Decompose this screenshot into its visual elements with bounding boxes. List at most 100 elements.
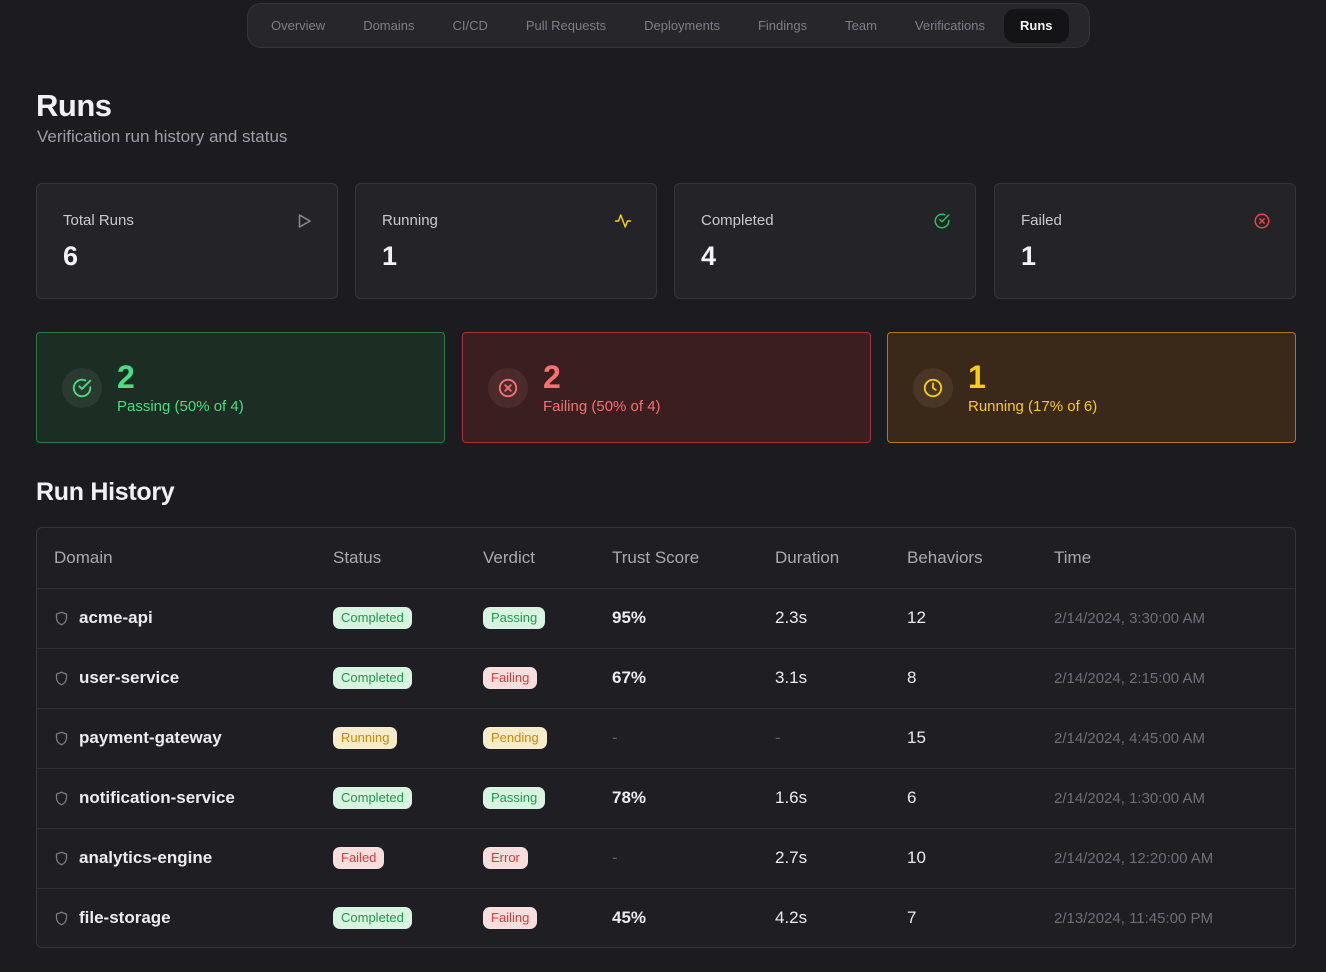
play-icon: [298, 214, 311, 228]
x-circle-icon: [498, 378, 518, 398]
failing-count: 2: [543, 359, 561, 395]
stat-card-failed: Failed 1: [994, 183, 1296, 299]
time-cell: 2/14/2024, 2:15:00 AM: [1037, 648, 1295, 709]
column-header-time[interactable]: Time: [1037, 528, 1295, 589]
duration-cell: 1.6s: [758, 768, 890, 829]
passing-icon-badge: [62, 368, 102, 408]
duration-cell: -: [758, 708, 890, 769]
verdict-cell: Passing: [466, 588, 595, 649]
run-history-table: Domain Status Verdict Trust Score Durati…: [36, 527, 1296, 948]
domain-name[interactable]: file-storage: [79, 908, 171, 928]
domain-name[interactable]: notification-service: [79, 788, 235, 808]
verdict-badge: Failing: [483, 667, 538, 689]
stat-value: 6: [63, 241, 79, 271]
behaviors-cell: 15: [890, 708, 1037, 769]
domain-cell: payment-gateway: [37, 708, 316, 769]
time-cell: 2/14/2024, 3:30:00 AM: [1037, 588, 1295, 649]
tab-overview[interactable]: Overview: [252, 9, 344, 43]
status-badge: Completed: [333, 787, 412, 809]
x-circle-icon: [1254, 213, 1270, 229]
status-cell: Completed: [316, 648, 466, 709]
tab-deployments[interactable]: Deployments: [625, 9, 739, 43]
check-circle-icon: [934, 213, 950, 229]
status-badge: Completed: [333, 607, 412, 629]
running-icon-badge: [913, 368, 953, 408]
trust-score-cell: 78%: [595, 768, 758, 829]
table-row[interactable]: user-service Completed Failing 67% 3.1s 8 2/14…: [37, 648, 1295, 709]
domain-name[interactable]: payment-gateway: [79, 728, 222, 748]
column-header-status[interactable]: Status: [316, 528, 466, 589]
status-badge: Running: [333, 727, 398, 749]
table-row[interactable]: payment-gateway Running Pending - -15 2/14/20…: [37, 708, 1295, 769]
trust-score-cell: 95%: [595, 588, 758, 649]
tab-team[interactable]: Team: [826, 9, 896, 43]
clock-icon: [923, 378, 943, 398]
domain-cell: acme-api: [37, 588, 316, 649]
verdict-cell: Passing: [466, 768, 595, 829]
domain-cell: analytics-engine: [37, 828, 316, 889]
shield-icon: [55, 731, 68, 745]
column-header-duration[interactable]: Duration: [758, 528, 890, 589]
run-history-title: Run History: [36, 478, 175, 506]
column-header-domain[interactable]: Domain: [37, 528, 316, 589]
duration-cell: 2.7s: [758, 828, 890, 889]
table-header-row: Domain Status Verdict Trust Score Durati…: [37, 528, 1295, 589]
verdict-cell: Pending: [466, 708, 595, 769]
stat-card-running: Running 1: [355, 183, 657, 299]
trust-score-cell: 45%: [612, 908, 647, 928]
table-row[interactable]: notification-service Completed Passing 78% 1…: [37, 768, 1295, 829]
tab-findings[interactable]: Findings: [739, 9, 826, 43]
tab-runs[interactable]: Runs: [1004, 8, 1069, 43]
activity-icon: [614, 214, 632, 228]
stat-card-total-runs: Total Runs 6: [36, 183, 338, 299]
table-row[interactable]: acme-api Completed Passing 95% 2.3s 12 2/14/20…: [37, 588, 1295, 649]
running-summary-card: 1 Running (17% of 6): [887, 332, 1296, 443]
passing-caption: Passing (50% of 4): [117, 398, 244, 415]
column-header-verdict[interactable]: Verdict: [466, 528, 595, 589]
failing-icon-badge: [488, 368, 528, 408]
trust-score-cell: -: [595, 828, 758, 889]
status-cell: Completed: [316, 588, 466, 649]
status-badge: Completed: [333, 667, 412, 689]
shield-icon: [55, 791, 68, 805]
time-cell: 2/13/2024, 11:45:00 PM: [1054, 909, 1214, 927]
column-header-behaviors[interactable]: Behaviors: [890, 528, 1037, 589]
failing-caption: Failing (50% of 4): [543, 398, 661, 415]
trust-score-cell: 67%: [595, 648, 758, 709]
stat-value: 4: [701, 241, 717, 271]
domain-name[interactable]: analytics-engine: [79, 848, 212, 868]
time-cell: 2/14/2024, 1:30:00 AM: [1037, 768, 1295, 829]
stat-label: Completed: [701, 212, 774, 229]
verdict-cell: Error: [466, 828, 595, 889]
passing-count: 2: [117, 359, 135, 395]
verdict-cell: Failing: [466, 888, 595, 947]
running-count: 1: [968, 359, 986, 395]
page-subtitle: Verification run history and status: [37, 127, 288, 146]
behaviors-cell: 8: [890, 648, 1037, 709]
verdict-badge: Pending: [483, 727, 547, 749]
status-cell: Completed: [316, 888, 466, 947]
domain-name[interactable]: user-service: [79, 668, 179, 688]
tab-domains[interactable]: Domains: [344, 9, 433, 43]
stat-value: 1: [1021, 241, 1037, 271]
tab-pull-requests[interactable]: Pull Requests: [507, 9, 625, 43]
page-title: Runs: [36, 88, 112, 123]
status-badge: Completed: [333, 907, 412, 930]
column-header-trust-score[interactable]: Trust Score: [595, 528, 758, 589]
table-row[interactable]: file-storage Completed Failing 45% 4.2s 7 2/13…: [37, 888, 1295, 947]
shield-icon: [55, 611, 68, 625]
verdict-cell: Failing: [466, 648, 595, 709]
tab-verifications[interactable]: Verifications: [896, 9, 1004, 43]
failing-summary-card: 2 Failing (50% of 4): [462, 332, 871, 443]
verdict-badge: Error: [483, 847, 528, 869]
table-row[interactable]: analytics-engine Failed Error -2.7s 10 2/14/2…: [37, 828, 1295, 889]
domain-cell: file-storage: [37, 888, 316, 947]
duration-cell: 4.2s: [775, 908, 808, 928]
shield-icon: [55, 851, 68, 865]
status-badge: Failed: [333, 847, 385, 869]
shield-icon: [55, 911, 68, 926]
domain-cell: user-service: [37, 648, 316, 709]
tab-ci-cd[interactable]: CI/CD: [433, 9, 506, 43]
domain-name[interactable]: acme-api: [79, 608, 153, 628]
stat-label: Total Runs: [63, 212, 134, 229]
